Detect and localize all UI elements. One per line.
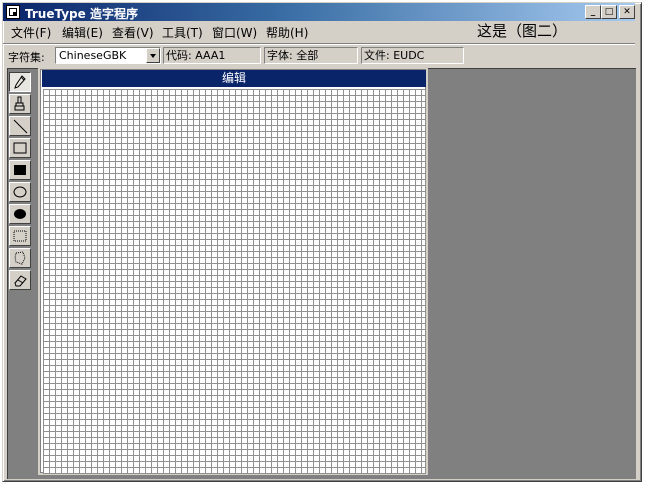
filled-ellipse-tool-button[interactable] bbox=[9, 204, 31, 224]
filled-rectangle-tool-icon bbox=[14, 165, 26, 175]
charset-value: ChineseGBK bbox=[59, 49, 127, 62]
pencil-tool-button[interactable] bbox=[9, 72, 31, 92]
file-field: 文件: EUDC bbox=[361, 47, 464, 64]
brush-tool-icon bbox=[14, 96, 25, 111]
charset-select[interactable]: ChineseGBK bbox=[55, 47, 161, 64]
brush-tool-button[interactable] bbox=[9, 94, 31, 114]
eraser-tool-icon bbox=[14, 275, 27, 287]
hollow-rectangle-tool-button[interactable] bbox=[9, 138, 31, 158]
pencil-tool-icon bbox=[14, 75, 26, 89]
close-button[interactable]: ✕ bbox=[619, 5, 635, 19]
filled-ellipse-tool-icon bbox=[14, 209, 26, 219]
freeform-selection-tool-button[interactable] bbox=[9, 248, 31, 268]
title-bar[interactable]: TrueType 造字程序 _ □ ✕ bbox=[3, 3, 635, 21]
code-field: 代码: AAA1 bbox=[163, 47, 261, 64]
toolbox bbox=[9, 72, 33, 476]
eraser-tool-button[interactable] bbox=[9, 270, 31, 290]
hollow-rectangle-tool-icon bbox=[13, 142, 27, 154]
filled-rectangle-tool-button[interactable] bbox=[9, 160, 31, 180]
line-tool-icon bbox=[13, 119, 28, 134]
charset-label: 字符集: bbox=[8, 51, 45, 64]
window-title: TrueType 造字程序 bbox=[25, 7, 138, 21]
rectangular-selection-tool-button[interactable] bbox=[9, 226, 31, 246]
freeform-selection-tool-icon bbox=[14, 251, 26, 265]
menu-file[interactable]: 文件(F) bbox=[11, 24, 51, 41]
font-field: 字体: 全部 bbox=[264, 47, 358, 64]
menu-window[interactable]: 窗口(W) bbox=[212, 24, 257, 41]
menu-edit[interactable]: 编辑(E) bbox=[62, 24, 103, 41]
line-tool-button[interactable] bbox=[9, 116, 31, 136]
maximize-button[interactable]: □ bbox=[601, 5, 617, 19]
app-icon[interactable] bbox=[6, 5, 20, 19]
hollow-ellipse-tool-button[interactable] bbox=[9, 182, 31, 202]
chevron-down-icon[interactable] bbox=[146, 48, 160, 63]
menu-tools[interactable]: 工具(T) bbox=[162, 24, 203, 41]
hollow-ellipse-tool-icon bbox=[13, 186, 27, 198]
rectangular-selection-tool-icon bbox=[13, 230, 27, 242]
edit-window-title[interactable]: 编辑 bbox=[42, 70, 426, 87]
minimize-button[interactable]: _ bbox=[585, 5, 601, 19]
glyph-edit-grid[interactable] bbox=[43, 89, 426, 474]
menu-view[interactable]: 查看(V) bbox=[112, 24, 154, 41]
annotation-text: 这是（图二） bbox=[477, 22, 568, 40]
menu-help[interactable]: 帮助(H) bbox=[266, 24, 308, 41]
toolbar: 字符集: ChineseGBK 代码: AAA1 字体: 全部 文件: EUDC bbox=[3, 43, 635, 66]
edit-window: 编辑 bbox=[38, 67, 428, 475]
